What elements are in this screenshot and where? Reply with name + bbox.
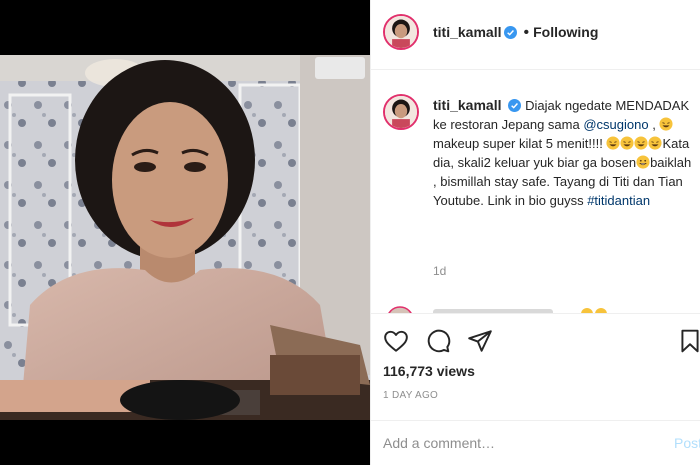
verified-badge-icon xyxy=(508,98,522,112)
video-frame-image xyxy=(0,55,370,420)
laughing-emoji-icon xyxy=(620,136,634,150)
comment-bar: Post xyxy=(371,420,700,466)
comment-input[interactable] xyxy=(383,433,653,453)
post-header: titi_kamall • Following xyxy=(371,0,700,70)
caption-text-3: makeup super kilat 5 menit!!!! xyxy=(433,136,603,151)
laughing-emoji-icon xyxy=(648,136,662,150)
avatar-image xyxy=(385,16,417,48)
following-button[interactable]: Following xyxy=(533,24,598,40)
caption-age: 1d xyxy=(433,264,447,278)
post-actions: 116,773 views 1 DAY AGO Post xyxy=(371,313,700,465)
post-comment-button[interactable]: Post xyxy=(674,435,700,451)
post-timestamp: 1 DAY AGO xyxy=(383,390,439,401)
header-username[interactable]: titi_kamall xyxy=(433,24,501,40)
mention-link[interactable]: @csugiono xyxy=(583,117,648,132)
post-caption: titi_kamall Diajak ngedate MENDADAK ke r… xyxy=(433,96,693,210)
laughing-emoji-icon xyxy=(606,136,620,150)
author-avatar[interactable] xyxy=(383,14,419,50)
laughing-emoji-icon xyxy=(634,136,648,150)
post-media[interactable] xyxy=(0,0,370,465)
heart-icon[interactable] xyxy=(383,328,409,354)
bookmark-icon[interactable] xyxy=(677,328,700,354)
paper-plane-icon[interactable] xyxy=(467,328,493,354)
caption-username[interactable]: titi_kamall xyxy=(433,97,501,113)
grinning-emoji-icon xyxy=(636,155,650,169)
view-count[interactable]: 116,773 views xyxy=(383,363,475,379)
separator-dot: • xyxy=(523,24,530,41)
post-details-panel: titi_kamall • Following titi_kamall Diajak… xyxy=(370,0,700,465)
caption-avatar[interactable] xyxy=(383,94,419,130)
video-player[interactable] xyxy=(0,55,370,420)
laughing-emoji-icon xyxy=(659,117,674,131)
verified-badge-icon xyxy=(504,26,518,39)
avatar-image xyxy=(385,96,417,128)
hashtag-link[interactable]: #titidantian xyxy=(587,193,650,208)
caption-text-2: , xyxy=(652,117,656,132)
header-user-line: titi_kamall • Following xyxy=(433,24,598,42)
speech-bubble-icon[interactable] xyxy=(425,328,451,354)
